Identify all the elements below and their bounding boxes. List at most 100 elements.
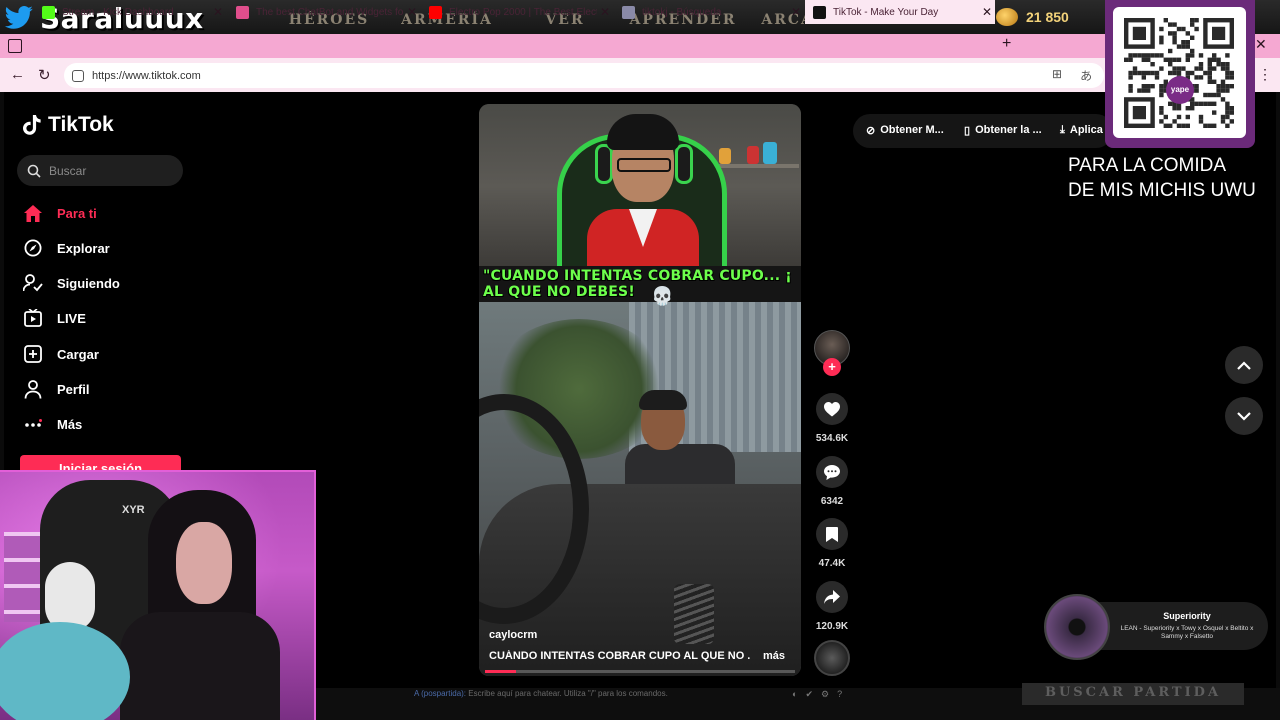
- tab-actions-icon[interactable]: [8, 39, 22, 53]
- video-figurine: [763, 142, 777, 164]
- tab-label: TikTok - Make Your Day: [833, 6, 939, 18]
- emote-icon[interactable]: ◐: [792, 689, 797, 700]
- tab-label: The best ChatBot and Widgets fo: [256, 6, 404, 18]
- comment-count: 6342: [820, 496, 844, 507]
- caption-line-2: AL QUE NO DEBES!: [483, 284, 635, 300]
- webcam-overlay: XYR: [0, 470, 316, 720]
- follow-button[interactable]: +: [823, 358, 841, 376]
- install-app-icon[interactable]: ⊞: [1052, 67, 1062, 84]
- tab-close-icon[interactable]: ✕: [404, 5, 420, 19]
- song-artists: LEAN - Superiority x Towy x Osquel x Bel…: [1120, 625, 1254, 640]
- video-man-hair: [639, 390, 687, 410]
- settings-icon[interactable]: ⚙: [821, 689, 829, 700]
- like-button[interactable]: [816, 393, 848, 425]
- tab-favicon-icon: [622, 5, 635, 19]
- qr-code: [1113, 7, 1246, 138]
- live-icon: [23, 308, 43, 328]
- tiktok-logo[interactable]: TikTok: [23, 113, 114, 137]
- chevron-down-icon: [1237, 411, 1251, 421]
- find-match-button[interactable]: BUSCAR PARTIDA: [1022, 683, 1244, 705]
- sidebar-item-label: LIVE: [57, 310, 86, 326]
- tab-close-icon[interactable]: ✕: [788, 5, 804, 19]
- sidebar-item-cargar[interactable]: Cargar: [23, 342, 99, 366]
- see-more-link[interactable]: más: [763, 650, 785, 662]
- tiktok-logo-text: TikTok: [48, 113, 114, 136]
- chat-icons: ◐ ✔ ⚙ ?: [792, 689, 842, 700]
- chat-channel: A (pospartida):: [414, 689, 467, 698]
- album-art: [1044, 594, 1110, 660]
- compass-small-icon: ⊘: [866, 124, 876, 137]
- share-arrow-icon: [824, 590, 840, 604]
- check-icon[interactable]: ✔: [805, 689, 813, 700]
- previous-video-button[interactable]: [1225, 346, 1263, 384]
- streamer-glasses: [617, 158, 671, 172]
- sidebar-item-perfil[interactable]: Perfil: [23, 377, 90, 401]
- url-text: https://www.tiktok.com: [92, 69, 201, 82]
- video-author[interactable]: caylocrm: [489, 629, 537, 641]
- game-chat-input[interactable]: A (pospartida): Escribe aquí para chatea…: [414, 689, 668, 698]
- video-figurine: [747, 146, 759, 164]
- sidebar-item-explorar[interactable]: Explorar: [23, 236, 110, 260]
- streamer-hair: [607, 114, 679, 150]
- reload-icon[interactable]: ↻: [38, 66, 51, 84]
- translate-icon[interactable]: あ: [1080, 67, 1092, 84]
- tab-favicon-icon: [813, 5, 826, 19]
- headset-right: [675, 144, 693, 184]
- browser-tab[interactable]: Electro Pop 2000 | The Best Electr ✕: [421, 0, 613, 24]
- window-close-icon[interactable]: ✕: [1255, 36, 1267, 53]
- tab-favicon-icon: [42, 5, 55, 19]
- video-description: CUÁNDO INTENTAS COBRAR CUPO AL QUE NO ..…: [489, 650, 751, 662]
- help-icon[interactable]: ?: [837, 689, 842, 700]
- apply-label: Aplica: [1069, 124, 1103, 136]
- sidebar-item-para-ti[interactable]: Para ti: [23, 201, 97, 225]
- video-caption: "CUANDO INTENTAS COBRAR CUPO... ¡ AL QUE…: [483, 268, 801, 300]
- tab-close-icon[interactable]: ✕: [979, 5, 995, 19]
- new-tab-button[interactable]: +: [1002, 35, 1011, 53]
- bookmark-icon: [826, 526, 838, 542]
- browser-tab[interactable]: The best ChatBot and Widgets fo ✕: [228, 0, 420, 24]
- browser-tab[interactable]: tiktokj - Búsqueda ✕: [614, 0, 804, 24]
- share-button[interactable]: [816, 581, 848, 613]
- upload-icon: [23, 344, 43, 364]
- chevron-up-icon: [1237, 360, 1251, 370]
- video-player[interactable]: "CUANDO INTENTAS COBRAR CUPO... ¡ AL QUE…: [479, 104, 801, 676]
- sidebar-item-label: Cargar: [57, 346, 99, 362]
- sidebar-item-siguiendo[interactable]: Siguiendo: [23, 271, 120, 295]
- next-video-button[interactable]: [1225, 397, 1263, 435]
- profile-icon: [23, 379, 43, 399]
- sidebar-item-label: Explorar: [57, 240, 110, 256]
- twitter-bird-icon: [4, 6, 33, 29]
- headset-left: [595, 144, 613, 184]
- sidebar-item-live[interactable]: LIVE: [23, 306, 86, 330]
- get-coins-button[interactable]: ⊘ Obtener M...: [866, 117, 944, 143]
- back-icon[interactable]: ←: [10, 66, 25, 83]
- browser-tab[interactable]: TikTok - Make Your Day ✕: [805, 0, 995, 24]
- video-progress-bar[interactable]: [485, 670, 795, 673]
- share-count: 120.9K: [815, 621, 849, 632]
- url-field[interactable]: https://www.tiktok.com: [64, 63, 1104, 88]
- donation-message: PARA LA COMIDA DE MIS MICHIS UWU: [1068, 155, 1256, 201]
- music-disc-icon[interactable]: [814, 640, 850, 676]
- browser-tab[interactable]: Stream - Kick Dashboard ✕: [34, 0, 226, 24]
- apply-button[interactable]: ⤓ Aplica: [1060, 117, 1103, 143]
- tab-label: tiktokj - Búsqueda: [642, 6, 722, 18]
- tab-favicon-icon: [429, 5, 442, 19]
- sidebar-item-m-s[interactable]: Más: [23, 412, 82, 436]
- tab-close-icon[interactable]: ✕: [597, 5, 613, 19]
- get-app-button[interactable]: ▯ Obtener la ...: [964, 117, 1042, 143]
- browser-menu-icon[interactable]: ⋮: [1258, 66, 1272, 83]
- song-title: Superiority: [1163, 611, 1211, 621]
- sidebar-item-label: Perfil: [57, 381, 90, 397]
- comment-icon: [824, 464, 840, 480]
- home-icon: [23, 203, 43, 223]
- skull-emoji: 💀: [651, 286, 674, 306]
- site-info-icon[interactable]: [72, 69, 84, 82]
- search-input[interactable]: [49, 163, 169, 178]
- comment-button[interactable]: [816, 456, 848, 488]
- save-button[interactable]: [816, 518, 848, 550]
- like-count: 534.6K: [815, 433, 849, 444]
- cam-streamer-body: [120, 612, 280, 720]
- following-icon: [23, 273, 43, 293]
- tab-close-icon[interactable]: ✕: [210, 5, 226, 19]
- search-box[interactable]: [17, 155, 183, 186]
